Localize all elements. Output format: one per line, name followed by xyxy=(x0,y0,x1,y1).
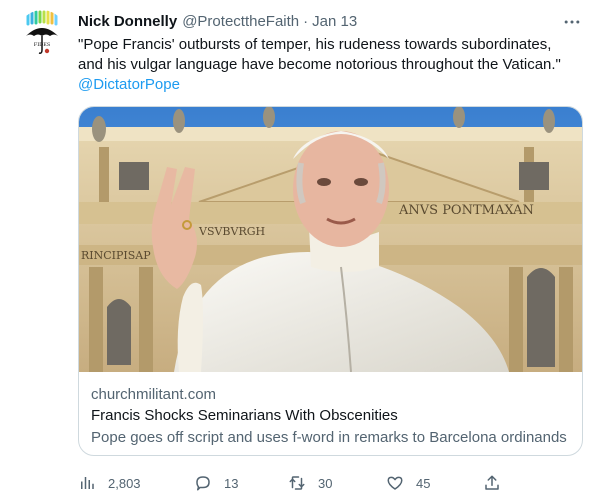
reply-bubble-icon xyxy=(196,476,210,491)
card-photo: ANVS PONTMAXAN VSVBVRGH RINCIPISAP xyxy=(79,107,582,372)
mention-link[interactable]: @DictatorPope xyxy=(78,75,583,95)
share-button[interactable] xyxy=(483,469,501,497)
heart-icon xyxy=(387,476,403,490)
retweet-arrows-icon xyxy=(289,476,305,490)
tweet-text: "Pope Francis' outbursts of temper, his … xyxy=(78,35,583,95)
tweet-header: Nick Donnelly @ProtecttheFaith · Jan 13 xyxy=(78,11,357,31)
retweets-count: 30 xyxy=(318,475,333,491)
author-avatar[interactable]: FIDES xyxy=(18,10,66,58)
author-handle[interactable]: @ProtecttheFaith xyxy=(182,13,299,30)
likes-count: 45 xyxy=(416,475,431,491)
card-image[interactable]: ANVS PONTMAXAN VSVBVRGH RINCIPISAP xyxy=(79,107,582,372)
like-button[interactable]: 45 xyxy=(386,469,430,497)
avatar-logo-text: FIDES xyxy=(34,42,51,48)
card-title: Francis Shocks Seminarians With Obscenit… xyxy=(91,407,398,424)
link-card[interactable]: ANVS PONTMAXAN VSVBVRGH RINCIPISAP churc… xyxy=(78,106,583,456)
replies-count: 13 xyxy=(224,475,239,491)
tweet-text-line-1: "Pope Francis' outbursts of temper, his … xyxy=(78,36,552,53)
tweet[interactable]: FIDES Nick Donnelly @ProtecttheFaith · J… xyxy=(0,0,598,504)
tweet-actions: 2,803 13 30 45 xyxy=(72,469,502,497)
author-name[interactable]: Nick Donnelly xyxy=(78,13,177,30)
retweet-button[interactable]: 30 xyxy=(288,469,332,497)
tweet-timestamp[interactable]: Jan 13 xyxy=(312,13,357,30)
more-options-button[interactable] xyxy=(560,10,584,34)
card-domain: churchmilitant.com xyxy=(91,386,217,403)
header-separator: · xyxy=(303,12,309,30)
tweet-text-line-2: and his vulgar language have become noto… xyxy=(78,56,561,73)
reply-button[interactable]: 13 xyxy=(194,469,238,497)
inscription-right: ANVS PONTMAXAN xyxy=(398,203,534,218)
views-count: 2,803 xyxy=(108,475,141,491)
views-button[interactable]: 2,803 xyxy=(78,469,141,497)
analytics-bars-icon xyxy=(81,477,94,489)
inscription-mid: VSVBVRGH xyxy=(198,225,265,238)
fides-umbrella-logo: FIDES xyxy=(18,10,66,58)
share-upload-icon xyxy=(485,475,499,490)
more-dots-icon xyxy=(564,20,580,24)
inscription-left: RINCIPISAP xyxy=(81,249,151,262)
card-description: Pope goes off script and uses f-word in … xyxy=(91,429,567,446)
